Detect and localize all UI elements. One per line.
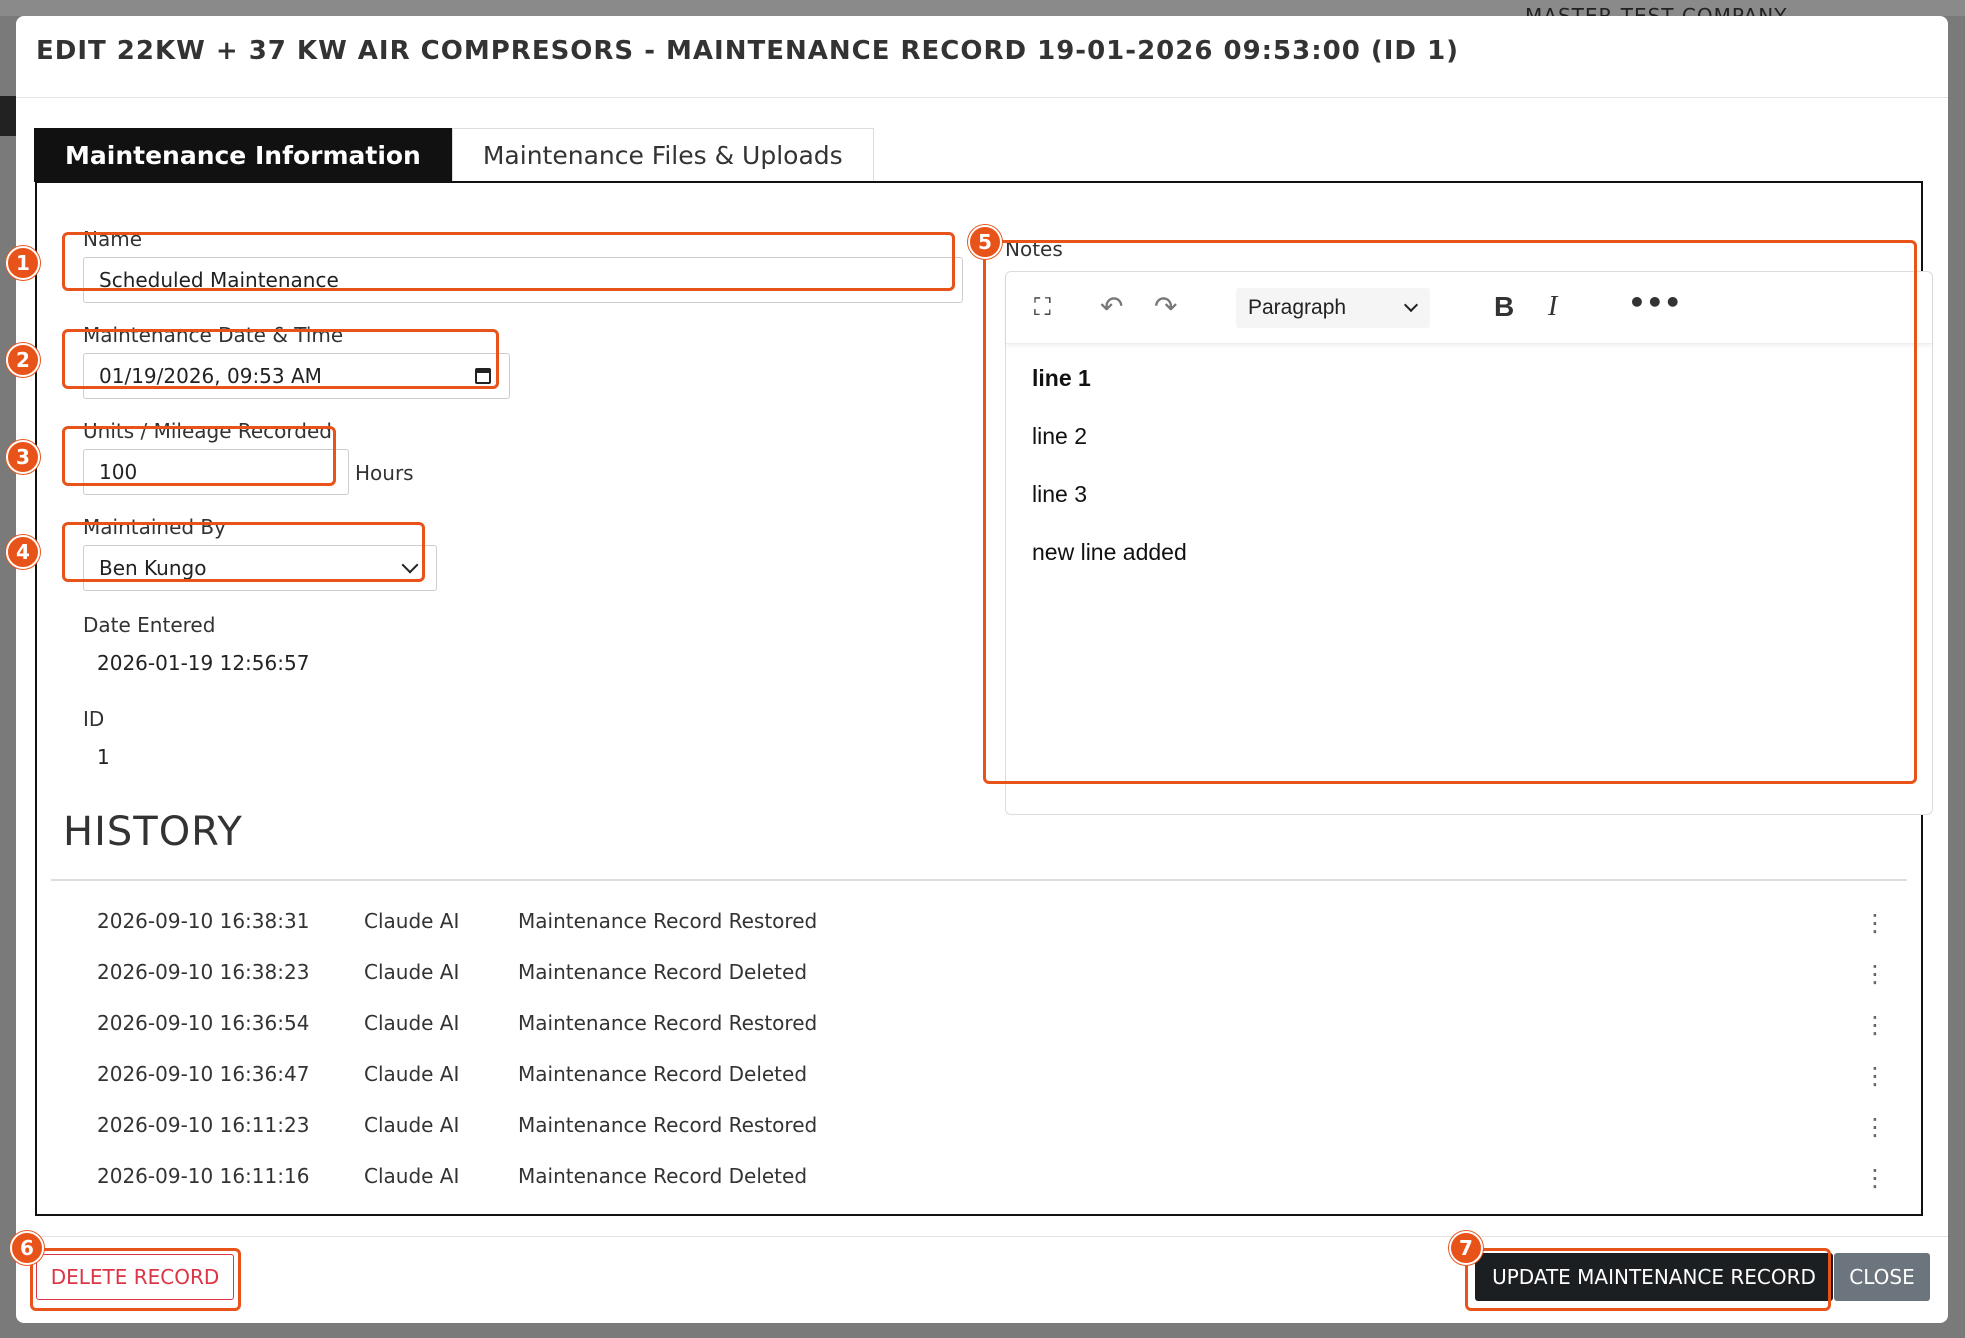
- annotation-badge: 6: [10, 1231, 44, 1265]
- annotation-highlight: [1465, 1248, 1831, 1311]
- kebab-menu-icon[interactable]: ⋮: [1863, 909, 1887, 937]
- annotation-highlight: [30, 1248, 241, 1311]
- kebab-menu-icon[interactable]: ⋮: [1863, 1062, 1887, 1090]
- units-suffix: Hours: [355, 461, 414, 485]
- background-dark-strip: [0, 96, 16, 136]
- annotation-badge: 3: [6, 440, 40, 474]
- modal-title: EDIT 22KW + 37 KW AIR COMPRESORS - MAINT…: [36, 36, 1460, 66]
- id-value: 1: [97, 745, 110, 769]
- history-user: Claude AI: [364, 1062, 460, 1086]
- history-timestamp: 2026-09-10 16:36:47: [97, 1062, 310, 1086]
- date-entered-value: 2026-01-19 12:56:57: [97, 651, 310, 675]
- annotation-highlight: [62, 232, 955, 291]
- history-user: Claude AI: [364, 1011, 460, 1035]
- history-timestamp: 2026-09-10 16:11:23: [97, 1113, 310, 1137]
- history-timestamp: 2026-09-10 16:36:54: [97, 1011, 310, 1035]
- history-timestamp: 2026-09-10 16:38:31: [97, 909, 310, 933]
- annotation-highlight: [983, 240, 1917, 784]
- annotation-badge: 2: [6, 343, 40, 377]
- tab-maintenance-information[interactable]: Maintenance Information: [34, 128, 452, 182]
- history-user: Claude AI: [364, 1164, 460, 1188]
- id-label: ID: [83, 707, 105, 731]
- kebab-menu-icon[interactable]: ⋮: [1863, 960, 1887, 988]
- annotation-highlight: [62, 329, 499, 389]
- history-action: Maintenance Record Restored: [518, 1011, 818, 1035]
- history-title: HISTORY: [63, 809, 243, 855]
- background-company-name: MASTER TEST COMPANY: [1525, 4, 1788, 16]
- tab-bar: Maintenance Information Maintenance File…: [34, 128, 874, 182]
- date-entered-label: Date Entered: [83, 613, 216, 637]
- history-row: 2026-09-10 16:11:16 Claude AI Maintenanc…: [97, 1164, 1917, 1215]
- annotation-highlight: [62, 522, 425, 582]
- history-user: Claude AI: [364, 1113, 460, 1137]
- history-user: Claude AI: [364, 909, 460, 933]
- history-row: 2026-09-10 16:36:47 Claude AI Maintenanc…: [97, 1062, 1917, 1113]
- footer-divider: [16, 1236, 1948, 1237]
- history-action: Maintenance Record Restored: [518, 909, 818, 933]
- tab-maintenance-files-uploads[interactable]: Maintenance Files & Uploads: [451, 128, 874, 182]
- kebab-menu-icon[interactable]: ⋮: [1863, 1113, 1887, 1141]
- kebab-menu-icon[interactable]: ⋮: [1863, 1164, 1887, 1192]
- history-action: Maintenance Record Restored: [518, 1113, 818, 1137]
- close-button[interactable]: CLOSE: [1834, 1253, 1930, 1301]
- history-row: 2026-09-10 16:36:54 Claude AI Maintenanc…: [97, 1011, 1917, 1062]
- history-row: 2026-09-10 16:11:23 Claude AI Maintenanc…: [97, 1113, 1917, 1164]
- history-timestamp: 2026-09-10 16:11:16: [97, 1164, 310, 1188]
- annotation-badge: 1: [6, 246, 40, 280]
- kebab-menu-icon[interactable]: ⋮: [1863, 1011, 1887, 1039]
- history-divider: [51, 879, 1907, 881]
- history-action: Maintenance Record Deleted: [518, 960, 808, 984]
- history-timestamp: 2026-09-10 16:38:23: [97, 960, 310, 984]
- annotation-badge: 4: [6, 535, 40, 569]
- modal-header: EDIT 22KW + 37 KW AIR COMPRESORS - MAINT…: [16, 16, 1948, 98]
- annotation-badge: 5: [968, 225, 1002, 259]
- history-user: Claude AI: [364, 960, 460, 984]
- history-action: Maintenance Record Deleted: [518, 1164, 808, 1188]
- annotation-highlight: [62, 426, 336, 486]
- history-row: 2026-09-10 16:38:23 Claude AI Maintenanc…: [97, 960, 1917, 1011]
- annotation-badge: 7: [1449, 1231, 1483, 1265]
- history-action: Maintenance Record Deleted: [518, 1062, 808, 1086]
- history-row: 2026-09-10 16:38:31 Claude AI Maintenanc…: [97, 909, 1917, 960]
